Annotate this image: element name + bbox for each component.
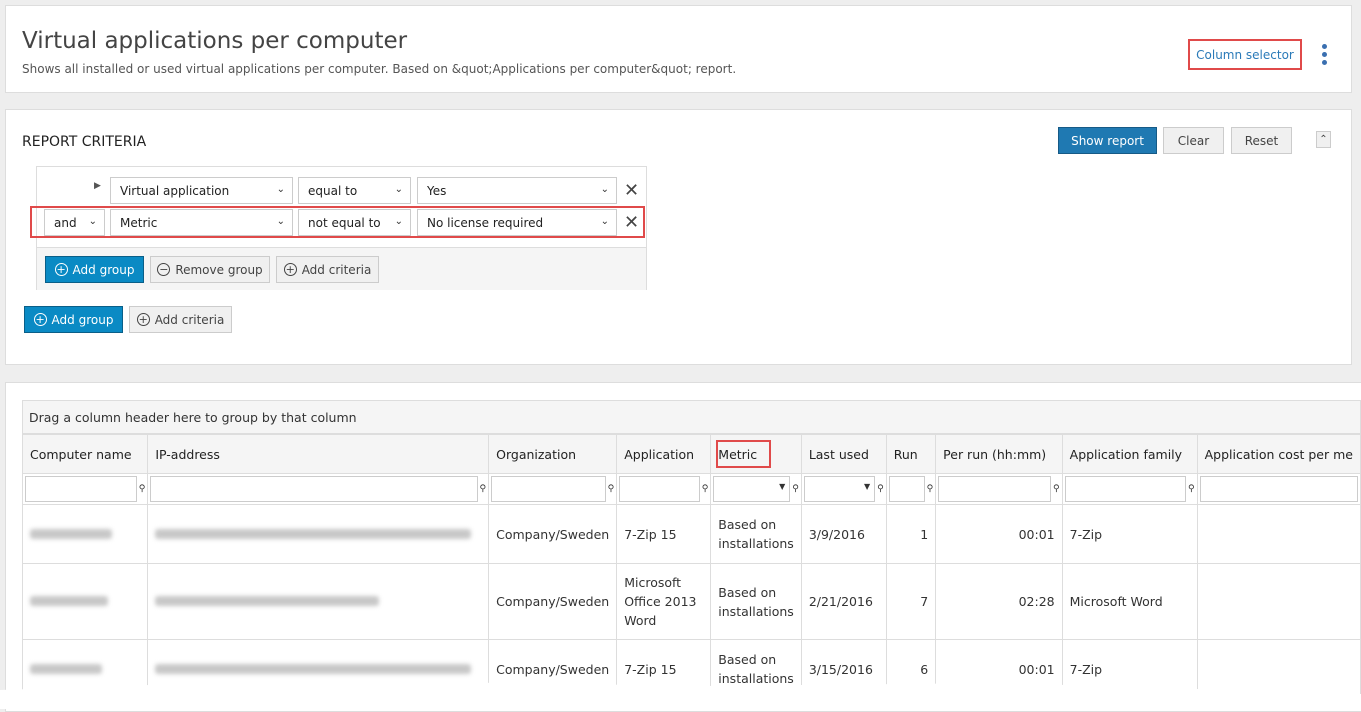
cell: Microsoft Word	[1061, 563, 1198, 640]
filter-dropdown[interactable]: ▼	[713, 476, 791, 502]
column-header[interactable]: Computer name	[21, 434, 149, 474]
caret-down-icon: ▼	[779, 482, 786, 491]
chevron-down-icon: ⌄	[394, 184, 403, 195]
page-subtitle: Shows all installed or used virtual appl…	[22, 62, 737, 76]
group-drop-area[interactable]: Drag a column header here to group by th…	[22, 400, 1361, 434]
reset-button[interactable]: Reset	[1231, 127, 1292, 154]
cell: Company/Sweden	[488, 563, 618, 640]
button-label: Add group	[72, 262, 135, 277]
filter-dropdown[interactable]: ▼	[803, 476, 876, 502]
cell	[1196, 504, 1361, 564]
cell: Microsoft Office 2013 Word	[616, 563, 712, 640]
cell: Based on installations	[710, 504, 802, 564]
cell: 1	[885, 504, 937, 564]
plus-icon: +	[136, 313, 150, 326]
group-actions: + Add group − Remove group + Add criteria	[37, 247, 646, 290]
filter-icon[interactable]: ⚲	[702, 484, 709, 494]
column-header[interactable]: Organization	[488, 434, 618, 474]
cell: 7	[885, 563, 937, 640]
page-title: Virtual applications per computer	[22, 28, 408, 54]
column-header[interactable]: Application family	[1061, 434, 1198, 474]
column-header[interactable]: Per run (hh:mm)	[935, 434, 1063, 474]
expand-arrow-icon[interactable]: ▶	[94, 181, 101, 191]
filter-input[interactable]	[619, 476, 700, 502]
redacted-value	[30, 528, 112, 539]
plus-icon: +	[33, 313, 47, 326]
button-label: Add criteria	[154, 312, 225, 327]
clear-button[interactable]: Clear	[1163, 127, 1224, 154]
filter-row: ⚲ ⚲ ⚲ ⚲ ▼ ⚲ ▼ ⚲ ⚲ ⚲ ⚲	[21, 473, 1361, 505]
redacted-value	[155, 596, 380, 606]
cell	[1196, 563, 1361, 640]
cell: 7-Zip	[1061, 504, 1198, 564]
button-label: Add group	[51, 312, 114, 327]
redacted-value	[155, 663, 472, 674]
cell: 00:01	[935, 504, 1063, 564]
more-options-icon[interactable]	[1322, 44, 1328, 68]
cell: Company/Sweden	[488, 504, 618, 564]
criteria-title: REPORT CRITERIA	[22, 134, 147, 150]
filter-input[interactable]	[491, 476, 606, 502]
filter-input[interactable]	[150, 476, 478, 502]
filter-icon[interactable]: ⚲	[1053, 484, 1060, 494]
add-group-button[interactable]: + Add group	[45, 256, 144, 283]
plus-icon: +	[283, 263, 297, 276]
field-select[interactable]: Virtual application ⌄	[110, 177, 293, 204]
report-grid: Computer name IP-address Organization Ap…	[21, 434, 1361, 699]
filter-icon[interactable]: ⚲	[480, 484, 487, 494]
redacted-value	[30, 663, 102, 674]
add-criteria-button[interactable]: + Add criteria	[129, 306, 232, 333]
cell: 2/21/2016	[800, 563, 887, 640]
select-value: Yes	[427, 183, 447, 198]
select-value: equal to	[308, 183, 358, 198]
table-row[interactable]: Company/Sweden Microsoft Office 2013 Wor…	[21, 563, 1361, 640]
button-label: Remove group	[175, 262, 263, 277]
button-label: Add criteria	[301, 262, 372, 277]
filter-icon[interactable]: ⚲	[608, 484, 615, 494]
filter-input[interactable]	[938, 476, 1052, 502]
filter-icon[interactable]: ⚲	[877, 484, 884, 494]
table-row[interactable]: Company/Sweden 7-Zip 15 Based on install…	[21, 504, 1361, 564]
operator-select[interactable]: equal to ⌄	[298, 177, 411, 204]
column-header[interactable]: Run	[885, 434, 937, 474]
chevron-down-icon: ⌄	[276, 184, 285, 195]
caret-down-icon: ▼	[863, 482, 871, 491]
filter-icon[interactable]: ⚲	[139, 484, 146, 494]
column-header[interactable]: Last used	[800, 434, 887, 474]
torn-edge	[0, 680, 1361, 709]
plus-icon: +	[54, 263, 68, 276]
show-report-button[interactable]: Show report	[1058, 127, 1157, 154]
filter-icon[interactable]: ⚲	[1188, 484, 1195, 494]
column-selector-link[interactable]: Column selector	[1188, 39, 1302, 70]
add-group-button[interactable]: + Add group	[24, 306, 123, 333]
collapse-icon[interactable]: ⌃	[1316, 131, 1331, 148]
header-panel: Virtual applications per computer Shows …	[5, 5, 1352, 93]
cell: 02:28	[935, 563, 1063, 640]
remove-criteria-icon[interactable]: ✕	[624, 180, 639, 201]
chevron-down-icon: ⌄	[600, 184, 609, 195]
filter-input[interactable]	[25, 476, 137, 502]
metric-highlight-box	[716, 440, 771, 468]
select-value: Virtual application	[120, 183, 230, 198]
remove-group-button[interactable]: − Remove group	[150, 256, 270, 283]
filter-input[interactable]	[1064, 476, 1187, 502]
filter-icon[interactable]: ⚲	[927, 484, 934, 494]
filter-input[interactable]	[888, 476, 925, 502]
cell: Based on installations	[710, 563, 802, 640]
cell: 7-Zip 15	[616, 504, 712, 564]
filter-icon[interactable]: ⚲	[792, 484, 799, 494]
cell: 3/9/2016	[800, 504, 887, 564]
minus-icon: −	[157, 263, 171, 276]
value-select[interactable]: Yes ⌄	[417, 177, 617, 204]
highlight-box	[30, 206, 645, 238]
redacted-value	[30, 596, 108, 606]
filter-input[interactable]	[1199, 476, 1358, 502]
column-header[interactable]: IP-address	[147, 434, 490, 474]
redacted-value	[155, 528, 472, 539]
add-criteria-button[interactable]: + Add criteria	[276, 256, 379, 283]
column-header[interactable]: Application cost per me	[1196, 434, 1361, 474]
column-header[interactable]: Application	[616, 434, 712, 474]
